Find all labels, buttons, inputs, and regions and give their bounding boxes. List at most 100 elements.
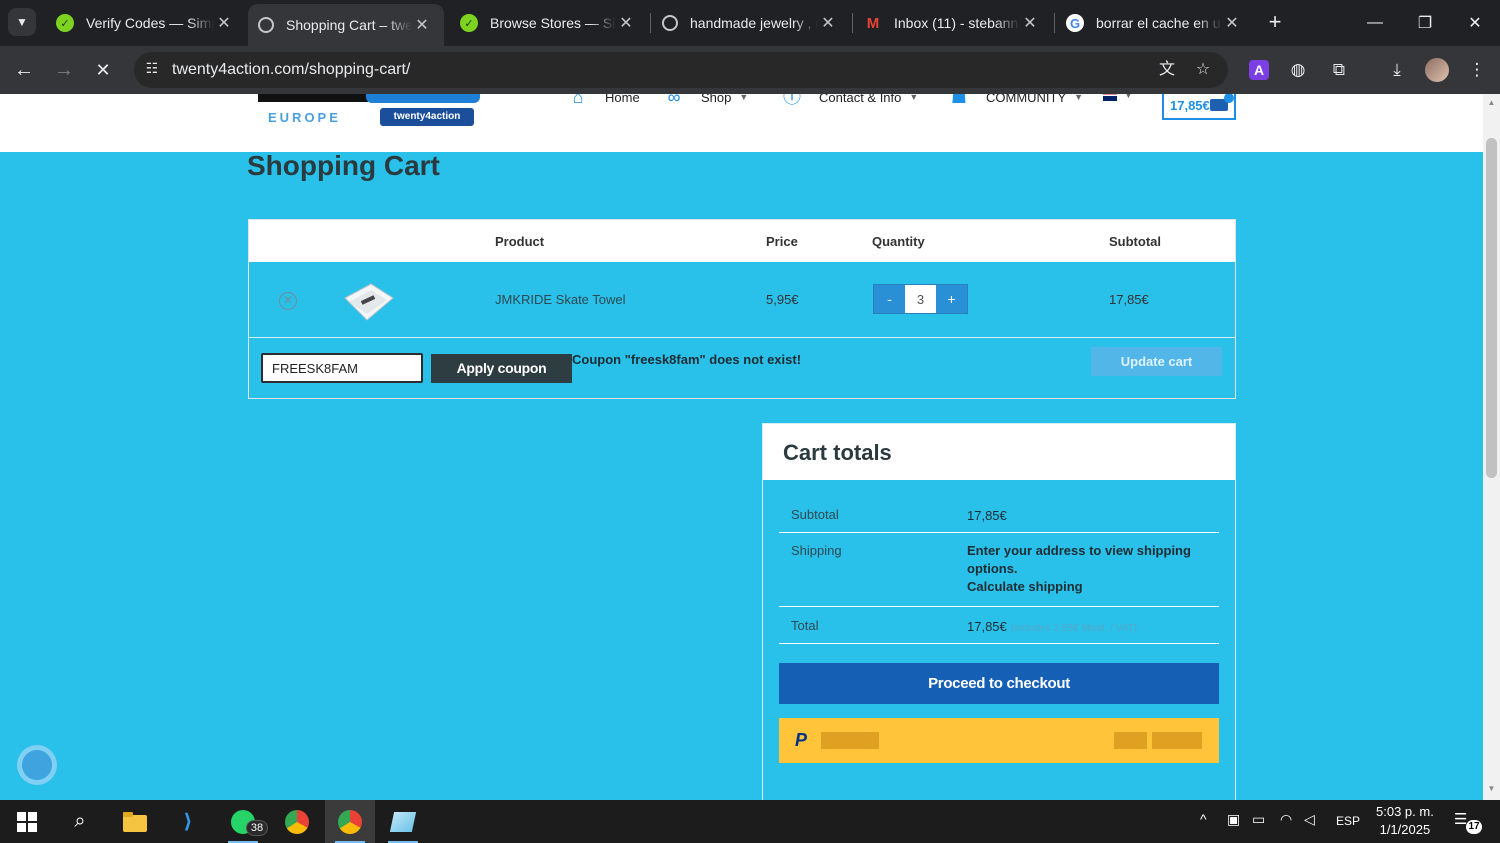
subtotal-label: Subtotal [791, 507, 839, 522]
notes-app-icon[interactable] [378, 800, 428, 843]
tab-title: Inbox (11) - stebann3 [894, 15, 1020, 31]
chevron-down-icon: ▼ [739, 94, 749, 102]
chat-widget-button[interactable] [17, 745, 57, 785]
product-name-link[interactable]: JMKRIDE Skate Towel [495, 292, 626, 307]
header-cart-button[interactable]: 17,85€ [1162, 94, 1236, 120]
battery-icon[interactable]: ▭ [1252, 811, 1265, 828]
nav-contact[interactable]: ⓘ Contact & Info ▼ [781, 94, 918, 106]
notification-center-icon[interactable]: ☰ 17 [1454, 810, 1482, 834]
google-icon: G [1066, 14, 1084, 32]
quantity-increase-button[interactable]: + [936, 285, 967, 313]
wifi-icon[interactable]: ◠ [1280, 811, 1292, 828]
calculate-shipping-link[interactable]: Calculate shipping [967, 579, 1083, 594]
chevron-down-icon: ▼ [1074, 94, 1084, 102]
url-text[interactable]: twenty4action.com/shopping-cart/ [172, 61, 410, 79]
downloads-icon[interactable]: ⤓ [1385, 58, 1409, 82]
chevron-down-icon[interactable]: ▼ [1124, 94, 1133, 100]
paypal-label-placeholder [821, 732, 879, 749]
scroll-down-arrow-icon[interactable]: ▼ [1487, 784, 1496, 793]
site-header: EUROPE twenty4action ⌂ Home ∞ Shop ▼ ⓘ C… [0, 94, 1483, 152]
vpn-globe-icon[interactable]: ◍ [1286, 58, 1310, 82]
tab-title: Browse Stores — SimplyCodes [490, 15, 616, 31]
tab-separator [650, 13, 651, 33]
header-subtotal: Subtotal [1109, 234, 1161, 249]
translate-icon[interactable]: 文 [1156, 59, 1178, 81]
tab-google-search[interactable]: G borrar el cache en un ✕ [1056, 0, 1254, 46]
coupon-code-input[interactable] [261, 353, 423, 383]
menu-kebab-icon[interactable]: ⋮ [1465, 58, 1489, 82]
site-info-icon[interactable]: ☷ [142, 60, 162, 80]
tab-shopping-cart[interactable]: Shopping Cart – twenty4action ✕ [248, 4, 444, 46]
close-tab-icon[interactable]: ✕ [818, 13, 838, 33]
total-value: 17,85€ [967, 619, 1007, 634]
tab-separator [1054, 13, 1055, 33]
vscode-icon[interactable]: ⟩ [163, 800, 213, 843]
close-tab-icon[interactable]: ✕ [616, 13, 636, 33]
totals-total-row: Total 17,85€ (includes 2,85€ Mwst. / VAT) [779, 607, 1219, 644]
scroll-up-arrow-icon[interactable]: ▲ [1487, 98, 1496, 107]
bookmark-star-icon[interactable]: ☆ [1192, 59, 1214, 81]
nav-home[interactable]: ⌂ Home [567, 94, 640, 106]
minimize-button[interactable]: — [1350, 0, 1400, 46]
show-hidden-icons-icon[interactable]: ^ [1200, 811, 1207, 827]
chrome-active-window-icon[interactable] [325, 800, 375, 843]
nav-shop[interactable]: ∞ Shop ▼ [663, 94, 749, 106]
update-cart-button[interactable]: Update cart [1091, 347, 1222, 376]
page-scrollbar[interactable]: ▲ ▼ [1483, 94, 1500, 800]
vat-note: (includes 2,85€ Mwst. / VAT) [1010, 623, 1138, 634]
tab-search-button[interactable]: ▼ [8, 8, 36, 36]
quantity-decrease-button[interactable]: - [874, 285, 905, 313]
page-viewport: EUROPE twenty4action ⌂ Home ∞ Shop ▼ ⓘ C… [0, 94, 1483, 800]
site-logo[interactable]: EUROPE twenty4action [258, 94, 488, 130]
notification-count-badge: 17 [1466, 820, 1482, 834]
cart-totals-title: Cart totals [783, 440, 892, 465]
system-clock[interactable]: 5:03 p. m. 1/1/2025 [1376, 803, 1434, 839]
volume-icon[interactable]: ◁ [1304, 811, 1315, 828]
close-tab-icon[interactable]: ✕ [1222, 13, 1242, 33]
extensions-puzzle-icon[interactable]: ⧉ [1327, 58, 1351, 82]
new-tab-button[interactable]: + [1262, 9, 1288, 35]
close-tab-icon[interactable]: ✕ [412, 15, 432, 35]
input-language-indicator[interactable]: ESP [1336, 814, 1360, 828]
profile-avatar[interactable] [1425, 58, 1449, 82]
quantity-input[interactable] [905, 285, 936, 313]
language-flag-icon[interactable] [1103, 94, 1117, 101]
tab-handmade-jewelry[interactable]: handmade jewelry , necklaces ✕ [652, 0, 850, 46]
start-button[interactable] [2, 800, 52, 843]
chrome-icon[interactable] [272, 800, 322, 843]
scrollbar-thumb[interactable] [1486, 138, 1497, 478]
remove-item-icon[interactable]: ✕ [279, 292, 297, 310]
restore-button[interactable]: ❐ [1400, 0, 1450, 46]
close-window-button[interactable]: ✕ [1450, 0, 1500, 46]
cart-table: Product Price Quantity Subtotal ✕ JMKRID… [248, 219, 1236, 399]
apply-coupon-button[interactable]: Apply coupon [431, 354, 572, 383]
page-title: Shopping Cart [247, 150, 440, 181]
tab-gmail-inbox[interactable]: M Inbox (11) - stebann3 ✕ [854, 0, 1052, 46]
browser-toolbar: ← → ✕ ☷ twenty4action.com/shopping-cart/… [0, 46, 1500, 94]
header-cart-total: 17,85€ [1170, 97, 1210, 113]
globe-icon [258, 17, 274, 33]
tab-browse-stores[interactable]: ✓ Browse Stores — SimplyCodes ✕ [450, 0, 648, 46]
search-icon[interactable]: ⌕ [55, 800, 105, 843]
file-explorer-icon[interactable] [110, 800, 160, 843]
stop-loading-button[interactable]: ✕ [89, 56, 117, 84]
proceed-to-checkout-button[interactable]: Proceed to checkout [779, 663, 1219, 704]
logo-subtitle: EUROPE [268, 110, 341, 125]
close-tab-icon[interactable]: ✕ [214, 13, 234, 33]
tab-verify-codes[interactable]: ✓ Verify Codes — SimplyCodes ✕ [46, 0, 246, 46]
nav-label: Contact & Info [819, 94, 902, 105]
simplycodes-icon: ✓ [460, 14, 478, 32]
subtotal-value: 17,85€ [967, 508, 1007, 523]
back-button[interactable]: ← [10, 56, 38, 84]
paypal-icon: P [795, 730, 808, 750]
whatsapp-icon[interactable]: 38 [218, 800, 268, 843]
address-bar[interactable]: ☷ twenty4action.com/shopping-cart/ 文 ☆ [134, 52, 1228, 88]
nav-community[interactable]: ☗ COMMUNITY ▼ [948, 94, 1083, 106]
paypal-button[interactable]: P [779, 718, 1219, 763]
meet-now-icon[interactable]: ▣ [1227, 811, 1240, 828]
close-tab-icon[interactable]: ✕ [1020, 13, 1040, 33]
extension-a-icon[interactable]: A [1249, 60, 1269, 80]
clock-date: 1/1/2025 [1379, 822, 1431, 837]
product-thumbnail[interactable] [337, 276, 399, 326]
forward-button[interactable]: → [50, 56, 78, 84]
